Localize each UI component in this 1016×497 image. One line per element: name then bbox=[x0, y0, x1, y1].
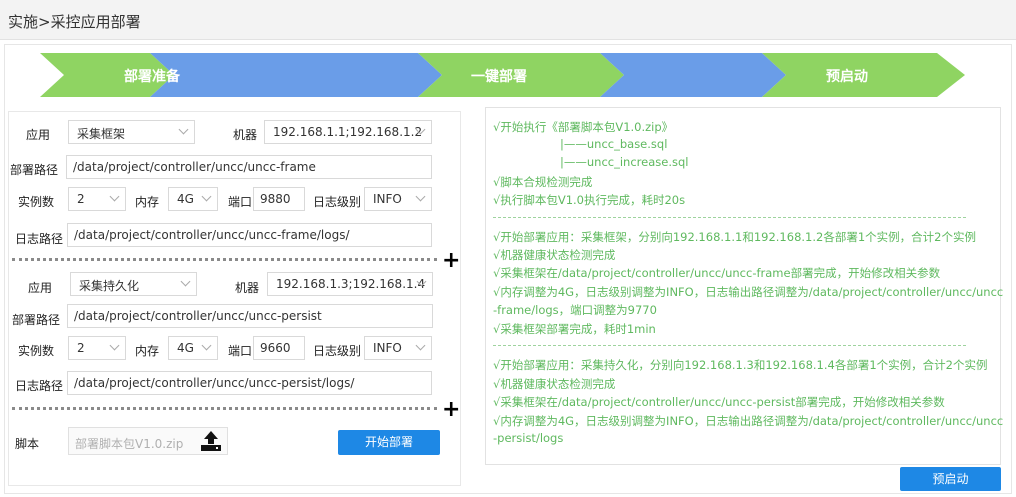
top-bar: 实施>采控应用部署 bbox=[0, 0, 1016, 40]
chevron-down-icon bbox=[415, 340, 426, 351]
add-app-button[interactable]: + bbox=[442, 250, 460, 272]
machine-select[interactable]: 192.168.1.3;192.168.1.4 bbox=[267, 272, 433, 296]
step-deploy: 一键部署 bbox=[471, 69, 527, 85]
app-select[interactable]: 采集框架 bbox=[68, 120, 195, 144]
chevron-down-icon bbox=[109, 191, 120, 202]
chevron-down-icon bbox=[180, 276, 191, 287]
log-line: -persist/logs bbox=[493, 431, 564, 445]
pre-start-button[interactable]: 预启动 bbox=[900, 467, 1001, 491]
log-path-input[interactable]: /data/project/controller/uncc/uncc-persi… bbox=[67, 371, 432, 395]
port-label: 端口 bbox=[228, 344, 253, 358]
log-line: √开始部署应用：采集持久化，分别向192.168.1.3和192.168.1.4… bbox=[493, 358, 988, 372]
log-line: √内存调整为4G，日志级别调整为INFO，日志输出路径调整为/data/proj… bbox=[493, 414, 1004, 428]
machine-select[interactable]: 192.168.1.1;192.168.1.2 bbox=[264, 120, 432, 144]
chevron-down-icon bbox=[178, 124, 189, 135]
log-line: √执行脚本包V1.0执行完成，耗时20s bbox=[493, 193, 686, 207]
chevron-down-icon bbox=[201, 191, 212, 202]
instances-label: 实例数 bbox=[18, 195, 55, 209]
deploy-path-label: 部署路径 bbox=[10, 163, 59, 177]
log-line: √开始部署应用：采集框架，分别向192.168.1.1和192.168.1.2各… bbox=[493, 230, 976, 244]
deploy-path-input[interactable]: /data/project/controller/uncc/uncc-persi… bbox=[67, 304, 433, 328]
log-line: -frame/logs，端口调整为9770 bbox=[493, 303, 657, 317]
loglevel-select[interactable]: INFO bbox=[364, 187, 432, 211]
log-line: √机器健康状态检测完成 bbox=[493, 248, 616, 262]
loglevel-label: 日志级别 bbox=[313, 195, 362, 209]
deploy-path-label: 部署路径 bbox=[12, 313, 61, 327]
step-segment-blue-1 bbox=[150, 53, 442, 97]
app-select[interactable]: 采集持久化 bbox=[70, 272, 197, 296]
step-prepare: 部署准备 bbox=[124, 69, 180, 85]
log-divider bbox=[493, 345, 966, 346]
log-line: √机器健康状态检测完成 bbox=[493, 377, 616, 391]
log-path-label: 日志路径 bbox=[15, 232, 64, 246]
instances-select[interactable]: 2 bbox=[68, 336, 126, 360]
memory-select[interactable]: 4G bbox=[168, 336, 218, 360]
chevron-down-icon bbox=[201, 340, 212, 351]
log-line: √脚本合规检测完成 bbox=[493, 175, 593, 189]
log-line: √采集框架在/data/project/controller/uncc/uncc… bbox=[493, 266, 941, 280]
log-path-input[interactable]: /data/project/controller/uncc/uncc-frame… bbox=[67, 223, 432, 247]
chevron-down-icon bbox=[109, 340, 120, 351]
page-title: 实施>采控应用部署 bbox=[8, 13, 141, 31]
log-path-label: 日志路径 bbox=[15, 379, 64, 393]
log-line: √采集框架部署完成，耗时1min bbox=[493, 322, 656, 336]
script-placeholder: 部署脚本包V1.0.zip bbox=[75, 437, 184, 451]
log-line: √内存调整为4G，日志级别调整为INFO，日志输出路径调整为/data/proj… bbox=[493, 285, 1004, 299]
script-upload[interactable]: 部署脚本包V1.0.zip bbox=[68, 427, 228, 455]
log-divider bbox=[493, 217, 966, 218]
machine-label: 机器 bbox=[233, 128, 258, 142]
port-label: 端口 bbox=[228, 195, 253, 209]
memory-label: 内存 bbox=[135, 344, 160, 358]
script-label: 脚本 bbox=[15, 437, 40, 451]
loglevel-label: 日志级别 bbox=[313, 344, 362, 358]
section-divider bbox=[12, 407, 437, 410]
step-prestart: 预启动 bbox=[826, 69, 868, 85]
log-line: |——uncc_base.sql bbox=[560, 137, 668, 151]
start-deploy-button[interactable]: 开始部署 bbox=[338, 430, 440, 455]
log-line: |——uncc_increase.sql bbox=[560, 155, 689, 169]
port-input[interactable]: 9660 bbox=[253, 336, 305, 360]
port-input[interactable]: 9880 bbox=[253, 187, 305, 211]
chevron-down-icon bbox=[415, 191, 426, 202]
instances-label: 实例数 bbox=[18, 344, 55, 358]
deploy-path-input[interactable]: /data/project/controller/uncc/uncc-frame bbox=[66, 155, 432, 179]
loglevel-select[interactable]: INFO bbox=[364, 336, 432, 360]
instances-select[interactable]: 2 bbox=[68, 187, 126, 211]
machine-label: 机器 bbox=[235, 281, 260, 295]
app-label: 应用 bbox=[28, 281, 53, 295]
section-divider bbox=[12, 258, 437, 261]
app-label: 应用 bbox=[26, 128, 51, 142]
upload-icon[interactable] bbox=[199, 430, 223, 456]
step-segment-blue-2 bbox=[600, 53, 786, 97]
log-line: √采集框架在/data/project/controller/uncc/uncc… bbox=[493, 395, 945, 409]
memory-select[interactable]: 4G bbox=[168, 187, 218, 211]
log-line: √开始执行《部署脚本包V1.0.zip》 bbox=[493, 120, 674, 134]
memory-label: 内存 bbox=[135, 195, 160, 209]
add-app-button[interactable]: + bbox=[442, 399, 460, 421]
